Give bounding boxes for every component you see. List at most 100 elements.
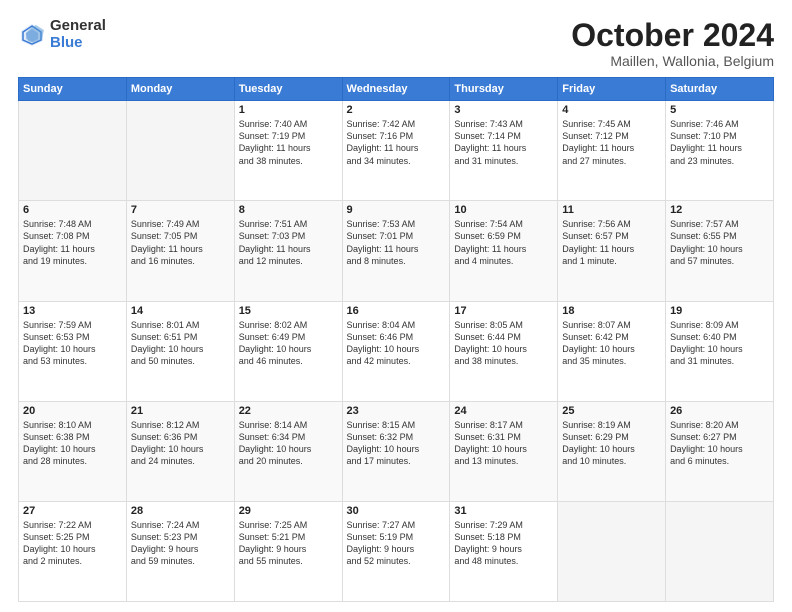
- logo-blue-text: Blue: [50, 35, 106, 52]
- col-saturday: Saturday: [666, 78, 774, 101]
- day-number: 27: [23, 505, 122, 517]
- calendar-week-1: 1 Sunrise: 7:40 AM Sunset: 7:19 PM Daylig…: [19, 101, 774, 201]
- day-info: Sunrise: 7:27 AM Sunset: 5:19 PM Dayligh…: [347, 519, 446, 568]
- day-number: 16: [347, 305, 446, 317]
- day-number: 8: [239, 204, 338, 216]
- calendar-cell: 24Sunrise: 8:17 AM Sunset: 6:31 PM Dayli…: [450, 401, 558, 501]
- day-info: Sunrise: 7:25 AM Sunset: 5:21 PM Dayligh…: [239, 519, 338, 568]
- day-number: 10: [454, 204, 553, 216]
- calendar-cell: 15Sunrise: 8:02 AM Sunset: 6:49 PM Dayli…: [234, 301, 342, 401]
- day-number: 7: [131, 204, 230, 216]
- calendar-cell: 26Sunrise: 8:20 AM Sunset: 6:27 PM Dayli…: [666, 401, 774, 501]
- day-info: Sunrise: 7:59 AM Sunset: 6:53 PM Dayligh…: [23, 319, 122, 368]
- calendar-cell: 7Sunrise: 7:49 AM Sunset: 7:05 PM Daylig…: [126, 201, 234, 301]
- logo: General Blue: [18, 18, 106, 51]
- day-info: Sunrise: 7:40 AM Sunset: 7:19 PM Dayligh…: [239, 118, 338, 167]
- calendar-cell: 27 Sunrise: 7:22 AM Sunset: 5:25 PM Dayli…: [19, 501, 127, 601]
- day-info: Sunrise: 8:01 AM Sunset: 6:51 PM Dayligh…: [131, 319, 230, 368]
- calendar-title: October 2024: [571, 18, 774, 53]
- calendar-cell: 17 Sunrise: 8:05 AM Sunset: 6:44 PM Dayli…: [450, 301, 558, 401]
- header-row: Sunday Monday Tuesday Wednesday Thursday…: [19, 78, 774, 101]
- col-wednesday: Wednesday: [342, 78, 450, 101]
- calendar-cell: 21 Sunrise: 8:12 AM Sunset: 6:36 PM Dayli…: [126, 401, 234, 501]
- day-info: Sunrise: 7:43 AM Sunset: 7:14 PM Dayligh…: [454, 118, 553, 167]
- day-number: 21: [131, 405, 230, 417]
- day-info: Sunrise: 7:48 AM Sunset: 7:08 PM Dayligh…: [23, 218, 122, 267]
- calendar-cell: 28Sunrise: 7:24 AM Sunset: 5:23 PM Dayli…: [126, 501, 234, 601]
- logo-general-text: General: [50, 18, 106, 35]
- day-info: Sunrise: 7:54 AM Sunset: 6:59 PM Dayligh…: [454, 218, 553, 267]
- day-info: Sunrise: 8:20 AM Sunset: 6:27 PM Dayligh…: [670, 419, 769, 468]
- calendar-cell: [19, 101, 127, 201]
- calendar-cell: 3 Sunrise: 7:43 AM Sunset: 7:14 PM Daylig…: [450, 101, 558, 201]
- day-number: 3: [454, 104, 553, 116]
- calendar-cell: 25 Sunrise: 8:19 AM Sunset: 6:29 PM Dayli…: [558, 401, 666, 501]
- calendar-week-5: 27 Sunrise: 7:22 AM Sunset: 5:25 PM Dayli…: [19, 501, 774, 601]
- day-info: Sunrise: 8:04 AM Sunset: 6:46 PM Dayligh…: [347, 319, 446, 368]
- calendar-cell: 13 Sunrise: 7:59 AM Sunset: 6:53 PM Dayli…: [19, 301, 127, 401]
- page: General Blue October 2024 Maillen, Wallo…: [0, 0, 792, 612]
- day-number: 30: [347, 505, 446, 517]
- day-number: 20: [23, 405, 122, 417]
- calendar-week-4: 20 Sunrise: 8:10 AM Sunset: 6:38 PM Dayli…: [19, 401, 774, 501]
- calendar-cell: 6Sunrise: 7:48 AM Sunset: 7:08 PM Daylig…: [19, 201, 127, 301]
- day-number: 9: [347, 204, 446, 216]
- day-number: 22: [239, 405, 338, 417]
- day-number: 2: [347, 104, 446, 116]
- calendar-cell: 4 Sunrise: 7:45 AM Sunset: 7:12 PM Daylig…: [558, 101, 666, 201]
- logo-icon: [18, 21, 46, 49]
- day-info: Sunrise: 7:29 AM Sunset: 5:18 PM Dayligh…: [454, 519, 553, 568]
- calendar-cell: 23 Sunrise: 8:15 AM Sunset: 6:32 PM Dayli…: [342, 401, 450, 501]
- calendar-cell: [558, 501, 666, 601]
- day-info: Sunrise: 8:05 AM Sunset: 6:44 PM Dayligh…: [454, 319, 553, 368]
- day-info: Sunrise: 7:22 AM Sunset: 5:25 PM Dayligh…: [23, 519, 122, 568]
- day-info: Sunrise: 8:10 AM Sunset: 6:38 PM Dayligh…: [23, 419, 122, 468]
- calendar-cell: 5Sunrise: 7:46 AM Sunset: 7:10 PM Daylig…: [666, 101, 774, 201]
- day-number: 4: [562, 104, 661, 116]
- header: General Blue October 2024 Maillen, Wallo…: [18, 18, 774, 69]
- day-info: Sunrise: 8:19 AM Sunset: 6:29 PM Dayligh…: [562, 419, 661, 468]
- col-tuesday: Tuesday: [234, 78, 342, 101]
- calendar-cell: 10 Sunrise: 7:54 AM Sunset: 6:59 PM Dayli…: [450, 201, 558, 301]
- day-number: 13: [23, 305, 122, 317]
- day-info: Sunrise: 8:07 AM Sunset: 6:42 PM Dayligh…: [562, 319, 661, 368]
- day-number: 1: [239, 104, 338, 116]
- calendar-cell: 16 Sunrise: 8:04 AM Sunset: 6:46 PM Dayli…: [342, 301, 450, 401]
- calendar-week-2: 6Sunrise: 7:48 AM Sunset: 7:08 PM Daylig…: [19, 201, 774, 301]
- calendar-cell: 1 Sunrise: 7:40 AM Sunset: 7:19 PM Daylig…: [234, 101, 342, 201]
- day-info: Sunrise: 8:17 AM Sunset: 6:31 PM Dayligh…: [454, 419, 553, 468]
- col-sunday: Sunday: [19, 78, 127, 101]
- day-number: 28: [131, 505, 230, 517]
- day-info: Sunrise: 8:14 AM Sunset: 6:34 PM Dayligh…: [239, 419, 338, 468]
- day-info: Sunrise: 8:12 AM Sunset: 6:36 PM Dayligh…: [131, 419, 230, 468]
- calendar-cell: 18 Sunrise: 8:07 AM Sunset: 6:42 PM Dayli…: [558, 301, 666, 401]
- calendar-cell: 29 Sunrise: 7:25 AM Sunset: 5:21 PM Dayli…: [234, 501, 342, 601]
- day-info: Sunrise: 8:15 AM Sunset: 6:32 PM Dayligh…: [347, 419, 446, 468]
- day-info: Sunrise: 8:02 AM Sunset: 6:49 PM Dayligh…: [239, 319, 338, 368]
- day-info: Sunrise: 7:46 AM Sunset: 7:10 PM Dayligh…: [670, 118, 769, 167]
- day-number: 17: [454, 305, 553, 317]
- day-number: 12: [670, 204, 769, 216]
- day-number: 18: [562, 305, 661, 317]
- calendar-cell: 31 Sunrise: 7:29 AM Sunset: 5:18 PM Dayli…: [450, 501, 558, 601]
- day-info: Sunrise: 7:45 AM Sunset: 7:12 PM Dayligh…: [562, 118, 661, 167]
- day-number: 29: [239, 505, 338, 517]
- day-info: Sunrise: 7:56 AM Sunset: 6:57 PM Dayligh…: [562, 218, 661, 267]
- title-block: October 2024 Maillen, Wallonia, Belgium: [571, 18, 774, 69]
- calendar-cell: 11 Sunrise: 7:56 AM Sunset: 6:57 PM Dayli…: [558, 201, 666, 301]
- calendar-cell: 12Sunrise: 7:57 AM Sunset: 6:55 PM Dayli…: [666, 201, 774, 301]
- calendar-subtitle: Maillen, Wallonia, Belgium: [571, 53, 774, 69]
- col-thursday: Thursday: [450, 78, 558, 101]
- calendar-table: Sunday Monday Tuesday Wednesday Thursday…: [18, 77, 774, 602]
- calendar-cell: 14Sunrise: 8:01 AM Sunset: 6:51 PM Dayli…: [126, 301, 234, 401]
- col-friday: Friday: [558, 78, 666, 101]
- col-monday: Monday: [126, 78, 234, 101]
- calendar-cell: 20 Sunrise: 8:10 AM Sunset: 6:38 PM Dayli…: [19, 401, 127, 501]
- day-number: 11: [562, 204, 661, 216]
- day-number: 25: [562, 405, 661, 417]
- logo-text: General Blue: [50, 18, 106, 51]
- day-info: Sunrise: 7:51 AM Sunset: 7:03 PM Dayligh…: [239, 218, 338, 267]
- calendar-cell: 30 Sunrise: 7:27 AM Sunset: 5:19 PM Dayli…: [342, 501, 450, 601]
- day-number: 31: [454, 505, 553, 517]
- day-number: 23: [347, 405, 446, 417]
